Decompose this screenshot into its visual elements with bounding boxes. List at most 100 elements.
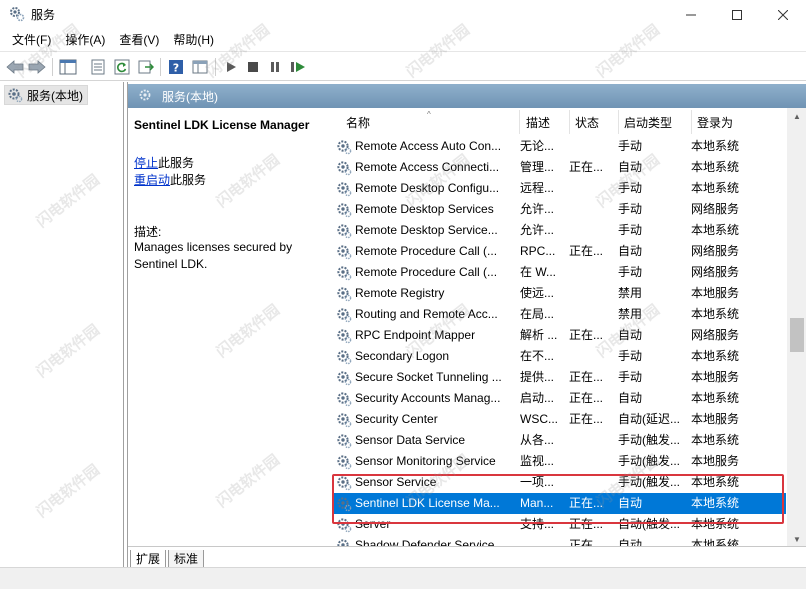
menu-view[interactable]: 查看(V)	[112, 29, 166, 51]
service-startup-cell: 自动	[618, 328, 643, 342]
action-stop-row: 停止此服务	[134, 154, 194, 171]
description-panel: Sentinel LDK License Manager 停止此服务 重启动此服…	[128, 108, 328, 548]
sort-ascending-icon: ^	[427, 110, 431, 119]
service-status-cell	[569, 346, 618, 367]
table-row[interactable]: Secure Socket Tunneling ... 提供... 正在... 手动 本…	[334, 367, 786, 388]
menu-file[interactable]: 文件(F)	[5, 29, 58, 51]
service-name-cell: Security Accounts Manag...	[334, 388, 519, 409]
service-logon-cell: 本地服务	[691, 412, 740, 426]
close-button[interactable]	[760, 0, 806, 29]
table-row[interactable]: Sensor Data Service 从各... 手动(触发... 本地系统	[334, 430, 786, 451]
table-row[interactable]: Remote Desktop Configu... 远程... 手动 本地系统	[334, 178, 786, 199]
table-row[interactable]: Remote Desktop Service... 允许... 手动 本地系统	[334, 220, 786, 241]
service-logon-cell: 本地系统	[691, 391, 740, 405]
service-logon-cell: 本地系统	[691, 538, 740, 546]
menu-help[interactable]: 帮助(H)	[166, 29, 221, 51]
table-row[interactable]: Sensor Service 一项... 手动(触发... 本地系统	[334, 472, 786, 493]
tab-standard[interactable]: 标准	[168, 550, 205, 568]
title-bar: 服务	[0, 0, 806, 29]
stop-service-button[interactable]	[243, 57, 263, 77]
service-logon-cell: 网络服务	[691, 202, 740, 216]
service-list: Remote Access Auto Con... 无论... 手动 本地系统 Remo…	[334, 136, 786, 546]
table-row[interactable]: Server 支持... 正在... 自动(触发... 本地系统	[334, 514, 786, 535]
table-row[interactable]: Remote Access Connecti... 管理... 正在... 自动 本地系…	[334, 157, 786, 178]
service-startup-cell: 手动	[618, 370, 643, 384]
maximize-button[interactable]	[714, 0, 760, 29]
vertical-scrollbar[interactable]: ▲ ▼	[787, 108, 806, 548]
window-title: 服务	[31, 8, 56, 22]
stop-service-link[interactable]: 停止	[134, 156, 158, 170]
service-logon-cell: 本地系统	[691, 433, 740, 447]
service-desc-cell	[520, 535, 569, 546]
table-row[interactable]: Remote Procedure Call (... 在 W... 手动 网络服务	[334, 262, 786, 283]
export-button[interactable]	[136, 57, 156, 77]
service-gear-icon	[337, 433, 352, 448]
service-logon-cell: 本地系统	[691, 139, 740, 153]
table-row[interactable]: Routing and Remote Acc... 在局... 禁用 本地系统	[334, 304, 786, 325]
service-startup-cell: 禁用	[618, 286, 643, 300]
column-header-desc[interactable]: 描述	[520, 108, 569, 136]
service-status-cell	[569, 472, 618, 493]
table-row[interactable]: Sensor Monitoring Service 监视... 手动(触发... 本地…	[334, 451, 786, 472]
service-desc-cell: 允许...	[520, 223, 555, 237]
service-name-cell: Remote Desktop Services	[334, 199, 519, 220]
table-row[interactable]: Remote Procedure Call (... RPC... 正在... 自动 网…	[334, 241, 786, 262]
service-name: Remote Procedure Call (...	[355, 265, 498, 279]
refresh-button[interactable]	[112, 57, 132, 77]
pause-service-button[interactable]	[265, 57, 285, 77]
service-status-cell	[569, 136, 618, 157]
show-tree-button[interactable]	[58, 57, 78, 77]
service-name: Server	[355, 517, 391, 531]
service-status-cell	[569, 220, 618, 241]
start-service-button[interactable]	[221, 57, 241, 77]
service-name-cell: Sensor Service	[334, 472, 519, 493]
table-row[interactable]: Secondary Logon 在不... 手动 本地系统	[334, 346, 786, 367]
service-gear-icon	[337, 181, 352, 196]
service-gear-icon	[337, 349, 352, 364]
back-button[interactable]	[5, 57, 25, 77]
service-status-cell	[569, 178, 618, 199]
table-row[interactable]: Shadow Defender Service 正在... 自动 本地系统	[334, 535, 786, 546]
close-icon	[778, 9, 788, 20]
help-button[interactable]: ?	[166, 57, 186, 77]
restart-service-link[interactable]: 重启动	[134, 173, 170, 187]
service-status-cell	[569, 262, 618, 283]
service-desc-cell: 在不...	[520, 349, 555, 363]
table-row-selected[interactable]: Sentinel LDK License Ma... Man... 正在... 自动 本…	[334, 493, 786, 514]
service-startup-cell: 手动(触发...	[618, 475, 680, 489]
menu-action[interactable]: 操作(A)	[58, 29, 112, 51]
service-name: Sensor Service	[355, 475, 437, 489]
tab-extended[interactable]: 扩展	[130, 550, 167, 568]
table-row[interactable]: Remote Access Auto Con... 无论... 手动 本地系统	[334, 136, 786, 157]
service-logon-cell: 网络服务	[691, 265, 740, 279]
column-header-status[interactable]: 状态	[569, 108, 618, 136]
view-button[interactable]	[190, 57, 210, 77]
scroll-thumb[interactable]	[790, 318, 804, 352]
service-name-cell: Routing and Remote Acc...	[334, 304, 519, 325]
column-header-logon-as[interactable]: 登录为	[691, 108, 786, 136]
minimize-button[interactable]	[668, 0, 714, 29]
service-logon-cell: 本地系统	[691, 160, 740, 174]
table-row[interactable]: Remote Registry 使远... 禁用 本地服务	[334, 283, 786, 304]
service-startup-cell: 自动	[618, 496, 643, 510]
view-tabs: 扩展 标准	[128, 546, 806, 568]
service-logon-cell: 本地服务	[691, 454, 740, 468]
service-name: Sensor Monitoring Service	[355, 454, 496, 468]
table-row[interactable]: Remote Desktop Services 允许... 手动 网络服务	[334, 199, 786, 220]
scroll-up-icon[interactable]: ▲	[787, 108, 806, 125]
tree-node-services-local[interactable]: 服务(本地)	[4, 85, 88, 105]
properties-button[interactable]	[88, 57, 108, 77]
service-status-cell: 正在...	[569, 391, 604, 405]
service-name-cell: Secure Socket Tunneling ...	[334, 367, 519, 388]
service-gear-icon	[337, 265, 352, 280]
table-row[interactable]: Security Center WSC... 正在... 自动(延迟... 本地服务	[334, 409, 786, 430]
service-gear-icon	[337, 370, 352, 385]
service-startup-cell: 手动	[618, 181, 643, 195]
table-row[interactable]: RPC Endpoint Mapper 解析 ... 正在... 自动 网络服务	[334, 325, 786, 346]
forward-button[interactable]	[27, 57, 47, 77]
restart-service-button[interactable]	[288, 57, 308, 77]
service-logon-cell: 网络服务	[691, 328, 740, 342]
column-header-startup-type[interactable]: 启动类型	[618, 108, 691, 136]
service-name-cell: Remote Desktop Service...	[334, 220, 519, 241]
table-row[interactable]: Security Accounts Manag... 启动... 正在... 自动 本地…	[334, 388, 786, 409]
